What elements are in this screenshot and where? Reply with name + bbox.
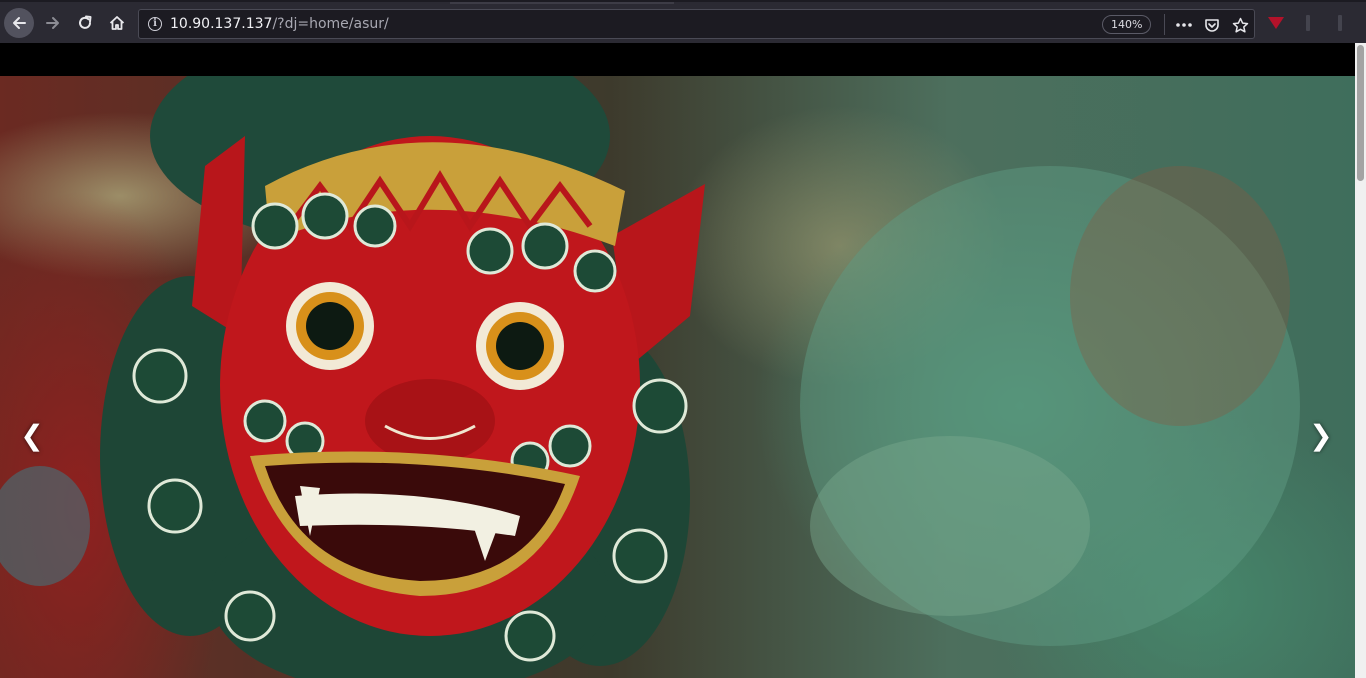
urlbar-separator [1164, 14, 1165, 35]
forward-button[interactable] [38, 8, 68, 38]
menu-button[interactable] [1330, 13, 1350, 33]
back-button[interactable] [4, 8, 34, 38]
extension-icon [1338, 15, 1342, 31]
pocket-button[interactable] [1201, 14, 1223, 36]
page-actions-button[interactable] [1173, 14, 1195, 36]
tab-strip-hint [450, 2, 674, 4]
page-scrollbar[interactable] [1355, 43, 1366, 678]
bookmark-button[interactable] [1229, 14, 1251, 36]
url-text[interactable]: 10.90.137.137/?dj=home/asur/ [170, 16, 389, 33]
info-icon[interactable]: i [148, 17, 162, 31]
star-icon [1232, 17, 1248, 33]
page-header-bar [0, 43, 1355, 76]
home-icon [109, 16, 125, 30]
url-path: /?dj=home/asur/ [272, 16, 389, 32]
carousel-image [0, 76, 1300, 678]
scrollbar-thumb[interactable] [1357, 45, 1364, 181]
zoom-level-button[interactable]: 140% [1102, 15, 1152, 34]
image-carousel: ❮ ❯ [0, 76, 1355, 678]
pocket-icon [1205, 19, 1219, 32]
home-button[interactable] [102, 8, 132, 38]
browser-toolbar: i 10.90.137.137/?dj=home/asur/ 140% [0, 0, 1366, 43]
reload-icon [79, 15, 92, 29]
carousel-prev-button[interactable]: ❮ [17, 416, 47, 456]
forward-arrow-icon [46, 17, 59, 29]
extension-icon [1306, 15, 1310, 31]
extension-button[interactable] [1298, 13, 1318, 33]
reload-button[interactable] [70, 8, 100, 38]
extension-button[interactable] [1266, 13, 1286, 33]
url-host: 10.90.137.137 [170, 16, 273, 32]
carousel-next-button[interactable]: ❯ [1306, 416, 1336, 456]
back-arrow-icon [13, 17, 26, 29]
extension-icon [1268, 17, 1284, 29]
address-bar[interactable]: i 10.90.137.137/?dj=home/asur/ 140% [138, 9, 1255, 39]
more-icon [1176, 23, 1192, 27]
